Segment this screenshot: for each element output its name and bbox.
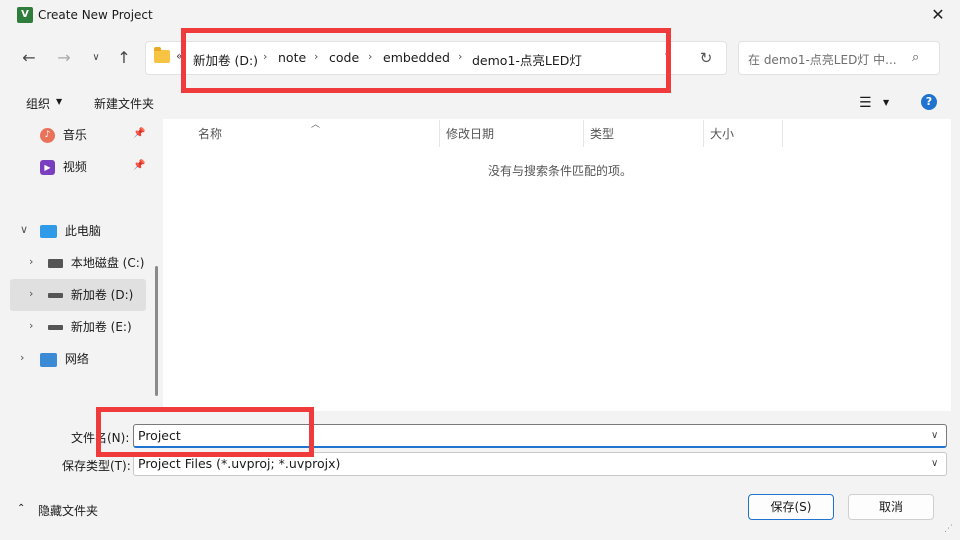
filetype-label: 保存类型(T): bbox=[62, 459, 131, 473]
nav-label: 音乐 bbox=[62, 128, 87, 142]
up-button[interactable]: ↑ bbox=[111, 45, 137, 71]
chevron-down-icon: ∨ bbox=[92, 52, 100, 63]
column-divider[interactable] bbox=[439, 120, 440, 147]
window-title: Create New Project bbox=[38, 8, 153, 22]
recent-locations-button[interactable]: ∨ bbox=[83, 45, 109, 71]
drive-icon bbox=[48, 293, 63, 298]
column-header-date-modified[interactable]: 修改日期 bbox=[446, 125, 494, 142]
pin-icon[interactable]: 📌 bbox=[133, 128, 145, 139]
chevron-down-icon[interactable]: ∨ bbox=[931, 430, 938, 441]
view-options-icon[interactable]: ☰ bbox=[859, 95, 872, 111]
sort-ascending-icon: ︿ bbox=[311, 120, 321, 130]
hide-folders-button[interactable]: 隐藏文件夹 bbox=[38, 502, 98, 519]
arrow-left-icon: ← bbox=[22, 48, 36, 67]
nav-label: 新加卷 (E:) bbox=[70, 320, 132, 334]
chevron-right-icon[interactable]: › bbox=[29, 287, 33, 300]
nav-item-this-pc[interactable]: 此电脑 bbox=[40, 222, 101, 252]
search-placeholder: 在 demo1-点亮LED灯 中... bbox=[748, 53, 897, 67]
chevron-right-icon[interactable]: › bbox=[29, 319, 33, 332]
annotation-box-address bbox=[181, 28, 671, 93]
column-divider[interactable] bbox=[782, 120, 783, 147]
nav-item-drive-c[interactable]: 本地磁盘 (C:) bbox=[48, 254, 144, 284]
close-button[interactable]: ✕ bbox=[926, 4, 950, 28]
caret-down-icon[interactable]: ▼ bbox=[883, 98, 889, 107]
caret-up-icon[interactable]: ⌃ bbox=[17, 503, 25, 514]
nav-item-network[interactable]: 网络 bbox=[40, 350, 89, 380]
empty-message: 没有与搜索条件匹配的项。 bbox=[488, 164, 633, 178]
column-divider[interactable] bbox=[703, 120, 704, 147]
nav-label: 网络 bbox=[64, 352, 89, 366]
chevron-down-icon[interactable]: ∨ bbox=[20, 223, 28, 236]
nav-label: 本地磁盘 (C:) bbox=[70, 256, 145, 270]
nav-label: 此电脑 bbox=[64, 224, 101, 238]
forward-button[interactable]: → bbox=[51, 45, 77, 71]
video-icon: ▶ bbox=[40, 160, 55, 175]
drive-c-icon bbox=[48, 259, 63, 268]
folder-icon bbox=[154, 47, 170, 63]
arrow-up-icon: ↑ bbox=[117, 48, 131, 67]
arrow-right-icon: → bbox=[57, 48, 71, 67]
chevron-right-icon[interactable]: › bbox=[29, 255, 33, 268]
refresh-icon: ↻ bbox=[699, 49, 713, 67]
annotation-box-filename bbox=[96, 407, 314, 457]
network-icon bbox=[40, 352, 57, 367]
organize-button[interactable]: 组织 bbox=[26, 95, 50, 112]
drive-icon bbox=[48, 325, 63, 330]
close-icon: ✕ bbox=[931, 5, 945, 24]
nav-item-drive-d[interactable]: 新加卷 (D:) bbox=[48, 286, 133, 316]
nav-item-drive-e[interactable]: 新加卷 (E:) bbox=[48, 318, 132, 348]
resize-grip-icon[interactable]: ⋰ bbox=[944, 524, 953, 534]
chevron-down-icon[interactable]: ∨ bbox=[931, 458, 938, 469]
nav-item-video[interactable]: ▶ 视频 bbox=[40, 158, 87, 188]
back-button[interactable]: ← bbox=[16, 45, 42, 71]
search-icon[interactable]: ⌕ bbox=[912, 50, 919, 65]
pin-icon[interactable]: 📌 bbox=[133, 160, 145, 171]
music-icon: ♪ bbox=[40, 128, 55, 143]
pc-icon bbox=[40, 225, 57, 238]
refresh-button[interactable]: ↻ bbox=[694, 46, 718, 70]
chevron-right-icon[interactable]: › bbox=[20, 351, 24, 364]
column-divider[interactable] bbox=[583, 120, 584, 147]
nav-label: 新加卷 (D:) bbox=[70, 288, 134, 302]
new-folder-button[interactable]: 新建文件夹 bbox=[94, 95, 154, 112]
cancel-button[interactable]: 取消 bbox=[848, 494, 934, 520]
column-header-name[interactable]: 名称 bbox=[198, 125, 222, 142]
column-header-size[interactable]: 大小 bbox=[710, 125, 734, 142]
help-icon[interactable]: ? bbox=[921, 94, 937, 110]
column-header-type[interactable]: 类型 bbox=[590, 125, 614, 142]
nav-item-music[interactable]: ♪ 音乐 bbox=[40, 126, 87, 156]
caret-down-icon[interactable]: ▼ bbox=[56, 97, 62, 106]
filetype-value[interactable]: Project Files (*.uvproj; *.uvprojx) bbox=[138, 456, 340, 471]
nav-scrollbar[interactable] bbox=[155, 266, 158, 396]
app-icon: V bbox=[17, 7, 33, 23]
save-button[interactable]: 保存(S) bbox=[748, 494, 834, 520]
nav-label: 视频 bbox=[62, 160, 87, 174]
